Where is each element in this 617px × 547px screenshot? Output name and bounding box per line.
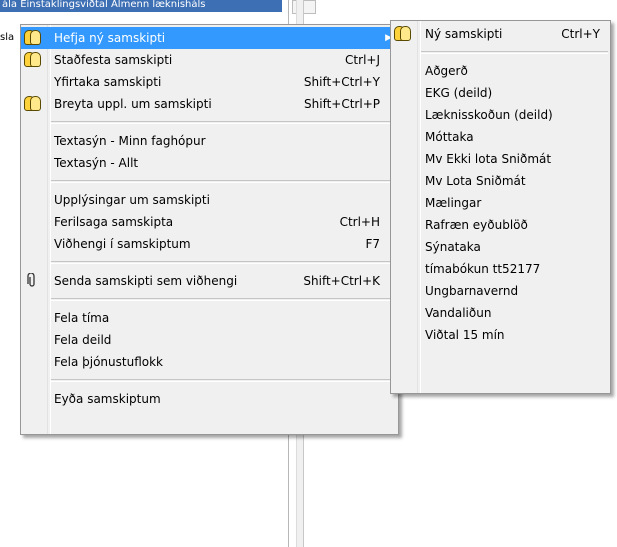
background-selected-row: ála Einstaklingsviðtal Almenn læknisháls: [0, 0, 282, 12]
menu-item-label: Aðgerð: [425, 64, 468, 78]
menu-item-label: Breyta uppl. um samskipti: [54, 97, 212, 111]
menu-item-ekg-deild[interactable]: EKG (deild): [391, 82, 610, 104]
menu-item-shortcut: Shift+Ctrl+P: [304, 97, 380, 111]
menu-item-label: Textasýn - Allt: [54, 156, 139, 170]
menu-item-senda-samskipti-sem-vihengi[interactable]: Senda samskipti sem viðhengi Shift+Ctrl+K: [21, 270, 398, 292]
menu-item-vital-15-min[interactable]: Viðtal 15 mín: [391, 324, 610, 346]
background-row-text: sla: [0, 32, 15, 43]
menu-item-label: Rafræn eyðublöð: [425, 218, 528, 232]
menu-item-label: Fela tíma: [54, 311, 110, 325]
people-icon: [23, 96, 41, 112]
menu-item-label: Mv Ekki lota Sniðmát: [425, 152, 552, 166]
menu-item-label: Mv Lota Sniðmát: [425, 174, 526, 188]
menu-separator: [51, 298, 396, 301]
menu-item-label: Mælingar: [425, 196, 482, 210]
menu-item-label: Viðhengi í samskiptum: [54, 237, 191, 251]
menu-item-ager[interactable]: Aðgerð: [391, 60, 610, 82]
menu-item-shortcut: Shift+Ctrl+Y: [303, 75, 380, 89]
menu-item-eya-samskiptum[interactable]: Eyða samskiptum: [21, 388, 398, 410]
menu-item-label: EKG (deild): [425, 86, 493, 100]
menu-item-breyta-uppl-um-samskipti[interactable]: Breyta uppl. um samskipti Shift+Ctrl+P: [21, 93, 398, 115]
people-icon: [23, 30, 41, 46]
menu-item-stafesta-samskipti[interactable]: Staðfesta samskipti Ctrl+J: [21, 49, 398, 71]
menu-item-label: Hefja ný samskipti: [54, 31, 166, 45]
menu-item-label: Sýnataka: [425, 240, 481, 254]
menu-separator: [51, 261, 396, 264]
menu-item-mlingar[interactable]: Mælingar: [391, 192, 610, 214]
menu-item-shortcut: Ctrl+Y: [561, 27, 600, 41]
menu-item-label: Senda samskipti sem viðhengi: [54, 274, 238, 288]
menu-item-label: Fela deild: [54, 333, 112, 347]
menu-item-hefja-ny-samskipti[interactable]: Hefja ný samskipti ▶: [21, 27, 398, 49]
people-icon: [23, 52, 41, 68]
menu-item-timabokun-tt52177[interactable]: tímabókun tt52177: [391, 258, 610, 280]
menu-item-ungbarnavernd[interactable]: Ungbarnavernd: [391, 280, 610, 302]
menu-item-vandaliun[interactable]: Vandaliðun: [391, 302, 610, 324]
menu-item-label: Eyða samskiptum: [54, 392, 161, 406]
menu-item-ny-samskipti[interactable]: Ný samskipti Ctrl+Y: [391, 23, 610, 45]
menu-item-label: Viðtal 15 mín: [425, 328, 505, 342]
menu-item-label: Textasýn - Minn faghópur: [54, 134, 206, 148]
menu-item-rafrn-eyublo[interactable]: Rafræn eyðublöð: [391, 214, 610, 236]
menu-item-label: Staðfesta samskipti: [54, 53, 173, 67]
menu-item-lknisskoun-deild[interactable]: Læknisskoðun (deild): [391, 104, 610, 126]
menu-item-mv-lota-snimat[interactable]: Mv Lota Sniðmát: [391, 170, 610, 192]
menu-separator: [421, 51, 608, 54]
menu-item-mv-ekki-lota-snimat[interactable]: Mv Ekki lota Sniðmát: [391, 148, 610, 170]
people-icon: [393, 26, 411, 42]
menu-item-label: Ný samskipti: [425, 27, 503, 41]
menu-item-textasyn-minn-faghopur[interactable]: Textasýn - Minn faghópur: [21, 130, 398, 152]
menu-item-label: Ferilsaga samskipta: [54, 215, 174, 229]
menu-item-vihengi-i-samskiptum[interactable]: Viðhengi í samskiptum F7: [21, 233, 398, 255]
menu-item-fela-jonustuflokk[interactable]: Fela þjónustuflokk: [21, 351, 398, 373]
menu-item-label: Vandaliðun: [425, 306, 492, 320]
menu-item-upplysingar-um-samskipti[interactable]: Upplýsingar um samskipti: [21, 189, 398, 211]
context-menu: Hefja ný samskipti ▶ Staðfesta samskipti Ct…: [20, 24, 399, 435]
menu-item-fela-deild[interactable]: Fela deild: [21, 329, 398, 351]
paperclip-icon: [23, 272, 41, 289]
menu-item-mottaka[interactable]: Móttaka: [391, 126, 610, 148]
menu-separator: [51, 180, 396, 183]
menu-item-label: Ungbarnavernd: [425, 284, 519, 298]
menu-item-label: Móttaka: [425, 130, 474, 144]
menu-item-label: Fela þjónustuflokk: [54, 355, 163, 369]
menu-separator: [51, 379, 396, 382]
menu-item-label: Læknisskoðun (deild): [425, 108, 553, 122]
menu-item-ferilsaga-samskipta[interactable]: Ferilsaga samskipta Ctrl+H: [21, 211, 398, 233]
menu-item-shortcut: Ctrl+J: [345, 53, 380, 67]
menu-item-label: tímabókun tt52177: [425, 262, 541, 276]
menu-item-fela-tima[interactable]: Fela tíma: [21, 307, 398, 329]
menu-separator: [51, 121, 396, 124]
menu-item-label: Upplýsingar um samskipti: [54, 193, 210, 207]
menu-item-shortcut: F7: [365, 237, 380, 251]
menu-item-yfirtaka-samskipti[interactable]: Yfirtaka samskipti Shift+Ctrl+Y: [21, 71, 398, 93]
menu-item-synataka[interactable]: Sýnataka: [391, 236, 610, 258]
menu-item-shortcut: Shift+Ctrl+K: [303, 274, 380, 288]
menu-item-label: Yfirtaka samskipti: [54, 75, 162, 89]
submenu-new-interaction: Ný samskipti Ctrl+Y Aðgerð EKG (deild) Lækni…: [390, 20, 611, 394]
menu-item-textasyn-allt[interactable]: Textasýn - Allt: [21, 152, 398, 174]
menu-item-shortcut: Ctrl+H: [339, 215, 380, 229]
